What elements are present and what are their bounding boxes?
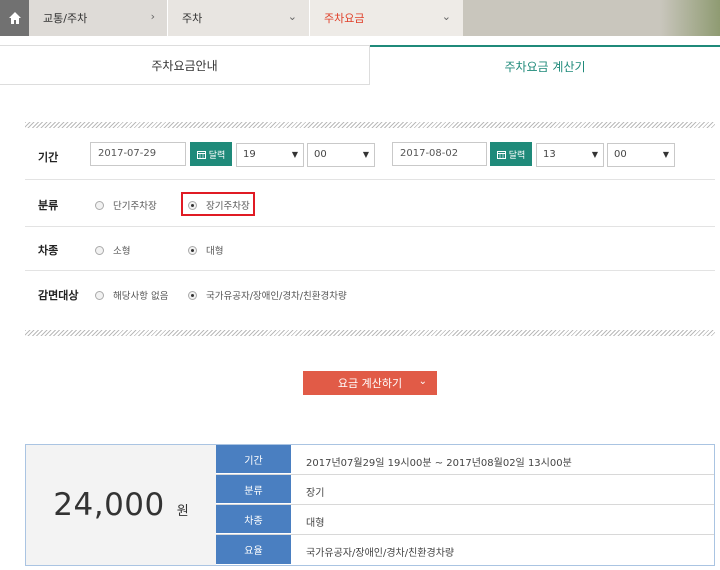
- result-value: 국가유공자/장애인/경차/친환경차량: [306, 548, 455, 559]
- car-type-label: 차종: [38, 244, 59, 257]
- select-value: 19: [243, 149, 256, 160]
- calculate-fee-button[interactable]: 요금 계산하기 ⌄: [303, 371, 437, 395]
- breadcrumb-item-parking[interactable]: 주차 ⌄: [168, 0, 310, 36]
- breadcrumb-item-parking-fee[interactable]: 주차요금 ⌄: [310, 0, 463, 36]
- start-minute-select[interactable]: 00 ▼: [307, 143, 375, 167]
- radio-discount-eligible[interactable]: 국가유공자/장애인/경차/친환경차량: [188, 288, 347, 302]
- radio-short-term[interactable]: 단기주차장: [95, 198, 157, 212]
- tab-bar: 주차요금안내 주차요금 계산기: [0, 45, 720, 85]
- select-value: 13: [543, 149, 556, 160]
- home-icon: [8, 12, 21, 24]
- radio-no-discount[interactable]: 해당사항 없음: [95, 288, 168, 302]
- breadcrumb-background: [463, 0, 720, 36]
- start-date-input[interactable]: 2017-07-29: [90, 142, 186, 166]
- select-value: 00: [614, 149, 627, 160]
- fee-amount-box: 24,000 원: [26, 445, 216, 565]
- row-divider: [25, 226, 715, 227]
- highlight-box: [181, 192, 255, 216]
- chevron-down-icon: ⌄: [441, 10, 451, 23]
- radio-icon: [95, 200, 104, 210]
- chevron-down-icon: ⌄: [418, 376, 427, 387]
- radio-label: 단기주차장: [113, 201, 157, 212]
- end-hour-select[interactable]: 13 ▼: [536, 143, 604, 167]
- result-key: 기간: [216, 445, 291, 474]
- chevron-right-icon: ›: [150, 10, 155, 23]
- result-value: 대형: [306, 518, 325, 529]
- row-divider: [25, 179, 715, 180]
- radio-label: 소형: [113, 246, 131, 257]
- result-row-rate: 요율 국가유공자/장애인/경차/친환경차량: [216, 535, 714, 565]
- result-row-car-type: 차종 대형: [216, 505, 714, 535]
- dropdown-arrow-icon: ▼: [591, 150, 598, 159]
- calendar-icon: [496, 150, 506, 159]
- result-table: 24,000 원 기간 2017년07월29일 19시00분 ~ 2017년08…: [25, 444, 715, 566]
- category-label: 분류: [38, 199, 59, 212]
- divider: [25, 122, 715, 128]
- radio-checked-icon: [188, 245, 197, 255]
- calendar-label: 달력: [508, 150, 526, 161]
- page: 교통/주차 › 주차 ⌄ 주차요금 ⌄ 주차요금안내 주차요금 계산기 기간 2…: [0, 0, 720, 570]
- result-row-period: 기간 2017년07월29일 19시00분 ~ 2017년08월02일 13시0…: [216, 445, 714, 475]
- end-calendar-button[interactable]: 달력: [490, 142, 532, 166]
- breadcrumb-label: 주차: [182, 12, 203, 25]
- radio-label: 대형: [206, 246, 224, 257]
- discount-label: 감면대상: [38, 289, 79, 302]
- row-divider: [25, 270, 715, 271]
- breadcrumb-label: 주차요금: [324, 12, 365, 25]
- result-value: 2017년07월29일 19시00분 ~ 2017년08월02일 13시00분: [306, 458, 572, 469]
- radio-icon: [95, 290, 104, 300]
- start-hour-select[interactable]: 19 ▼: [236, 143, 304, 167]
- fee-unit: 원: [176, 503, 189, 519]
- radio-large-car[interactable]: 대형: [188, 243, 223, 257]
- calculate-label: 요금 계산하기: [337, 377, 403, 390]
- select-value: 00: [314, 149, 327, 160]
- result-key: 차종: [216, 505, 291, 534]
- breadcrumb: 교통/주차 › 주차 ⌄ 주차요금 ⌄: [0, 0, 720, 36]
- radio-icon: [95, 245, 104, 255]
- end-date-input[interactable]: 2017-08-02: [392, 142, 487, 166]
- end-minute-select[interactable]: 00 ▼: [607, 143, 675, 167]
- result-row-category: 분류 장기: [216, 475, 714, 505]
- divider: [25, 330, 715, 336]
- radio-label: 국가유공자/장애인/경차/친환경차량: [206, 291, 347, 302]
- dropdown-arrow-icon: ▼: [362, 150, 369, 159]
- chevron-down-icon: ⌄: [287, 10, 297, 23]
- start-calendar-button[interactable]: 달력: [190, 142, 232, 166]
- dropdown-arrow-icon: ▼: [662, 150, 669, 159]
- calendar-icon: [196, 150, 206, 159]
- fee-amount: 24,000: [53, 487, 165, 523]
- radio-checked-icon: [188, 290, 197, 300]
- breadcrumb-label: 교통/주차: [43, 12, 88, 25]
- result-key: 분류: [216, 475, 291, 504]
- calendar-label: 달력: [208, 150, 226, 161]
- dropdown-arrow-icon: ▼: [291, 150, 298, 159]
- tab-fee-calculator[interactable]: 주차요금 계산기: [370, 45, 720, 85]
- radio-label: 해당사항 없음: [113, 291, 169, 302]
- result-value: 장기: [306, 488, 325, 499]
- tab-fee-info[interactable]: 주차요금안내: [0, 45, 370, 85]
- radio-small-car[interactable]: 소형: [95, 243, 130, 257]
- home-button[interactable]: [0, 0, 29, 36]
- period-label: 기간: [38, 151, 59, 164]
- breadcrumb-item-traffic[interactable]: 교통/주차 ›: [29, 0, 168, 36]
- result-key: 요율: [216, 535, 291, 565]
